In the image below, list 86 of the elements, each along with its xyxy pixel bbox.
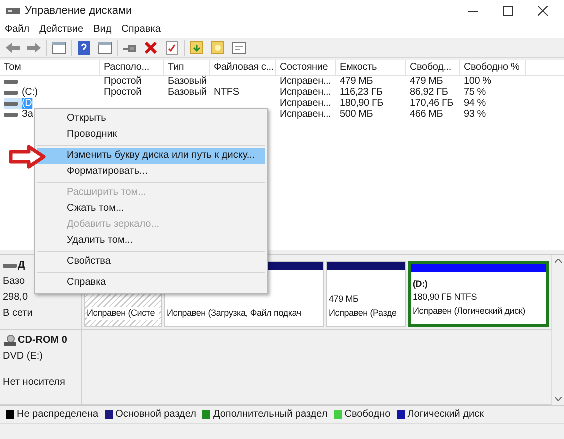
- table-cell: 116,23 ГБ: [340, 87, 383, 98]
- check-button[interactable]: [163, 38, 181, 56]
- scroll-down-icon: [554, 397, 562, 401]
- folder-button[interactable]: [188, 38, 206, 56]
- column-header[interactable]: Файловая с...: [210, 60, 276, 75]
- column-header[interactable]: Свобод...: [406, 60, 460, 75]
- table-cell: 170,46 ГБ: [410, 98, 454, 109]
- close-icon: [538, 6, 548, 16]
- disk-name: CD-ROM 0: [18, 334, 68, 348]
- legend-label: Основной раздел: [116, 408, 196, 422]
- table-cell: 75 %: [464, 87, 486, 98]
- disk-info: DVD (E:): [3, 350, 44, 364]
- forward-arrow-icon: [27, 42, 41, 52]
- folder-icon: [190, 40, 204, 54]
- menu-item[interactable]: Файл: [5, 23, 30, 37]
- window-icon: [98, 42, 112, 54]
- cd-drive-icon: [3, 334, 17, 346]
- window-icon: [52, 42, 66, 54]
- minimize-icon: [468, 10, 478, 12]
- legend-label: Свободно: [344, 408, 391, 422]
- column-header[interactable]: Емкость: [336, 60, 406, 75]
- pointer-arrow-drawing: [9, 145, 47, 169]
- context-menu-item[interactable]: Изменить букву диска или путь к диску...: [37, 148, 265, 164]
- partition-text: Исправен (Систе: [87, 306, 159, 320]
- table-cell: 180,90 ГБ: [340, 98, 384, 109]
- table-cell: (D: [22, 98, 32, 109]
- help-button[interactable]: [75, 38, 93, 56]
- table-cell: 100 %: [464, 76, 492, 87]
- context-menu-item[interactable]: Открыть: [37, 111, 265, 127]
- table-cell: 86,92 ГБ: [410, 87, 448, 98]
- window-title: Управление дисками: [25, 4, 132, 19]
- disk-info: Нет носителя: [3, 376, 66, 390]
- checked-document-icon: [166, 40, 178, 54]
- volume-cell[interactable]: (C:): [4, 87, 39, 98]
- context-menu-item[interactable]: Сжать том...: [37, 201, 265, 217]
- scrollbar[interactable]: [551, 255, 564, 405]
- table-cell: За: [22, 109, 34, 120]
- disk-info: 298,0: [3, 291, 30, 305]
- window-icon: [232, 42, 246, 54]
- context-menu-item[interactable]: Справка: [37, 275, 265, 291]
- column-header[interactable]: Тип: [164, 60, 210, 75]
- column-header[interactable]: Том: [0, 60, 100, 75]
- maximize-icon: [503, 6, 513, 16]
- table-cell: 479 МБ: [340, 76, 374, 87]
- menu-item[interactable]: Справка: [122, 23, 161, 37]
- column-header[interactable]: Состояние: [276, 60, 336, 75]
- context-menu-item[interactable]: Проводник: [37, 127, 265, 143]
- table-cell: Исправен...: [280, 87, 332, 98]
- folder-icon: [211, 40, 225, 54]
- column-header[interactable]: Располо...: [100, 60, 164, 75]
- scroll-up-icon: [554, 259, 562, 263]
- table-cell: 94 %: [464, 98, 486, 109]
- menu-item[interactable]: Действие: [40, 23, 84, 37]
- partition-title: (D:): [413, 278, 429, 291]
- table-cell: 466 МБ: [410, 109, 444, 120]
- context-menu-item[interactable]: Удалить том...: [37, 233, 265, 249]
- legend-label: Логический диск: [408, 408, 484, 422]
- table-cell: 93 %: [464, 109, 486, 120]
- table-cell: (C:): [22, 87, 38, 98]
- disk-management-icon: [6, 6, 20, 16]
- column-header[interactable]: Свободно %: [460, 60, 526, 75]
- table-cell: Простой: [104, 76, 142, 87]
- help-book-icon: [78, 40, 90, 54]
- partition-block[interactable]: 479 МБ Исправен (Разде: [326, 261, 406, 327]
- close-x-icon: [145, 42, 157, 54]
- menu-item[interactable]: Вид: [94, 23, 112, 37]
- table-cell: Исправен...: [280, 76, 332, 87]
- disk-name: Д: [18, 259, 26, 273]
- context-menu-item[interactable]: Свойства: [37, 254, 265, 270]
- disk-info: В сети: [3, 307, 34, 321]
- table-cell: Базовый: [168, 87, 207, 98]
- partition-block[interactable]: (D:) 180,90 ГБ NTFS Исправен (Логический диск): [408, 261, 549, 327]
- plug-icon: [123, 44, 137, 52]
- disk-label-panel[interactable]: CD-ROM 0 DVD (E:) Нет носителя: [0, 330, 82, 404]
- table-cell: Базовый: [168, 76, 207, 87]
- back-arrow-icon: [6, 42, 20, 52]
- legend-label: Дополнительный раздел: [213, 408, 328, 422]
- volume-cell[interactable]: За: [4, 109, 34, 120]
- context-menu-item[interactable]: Форматировать...: [37, 164, 265, 180]
- legend-label: Не распределена: [17, 408, 99, 422]
- table-cell: Исправен...: [280, 109, 332, 120]
- table-cell: Простой: [104, 87, 142, 98]
- table-cell: 500 МБ: [340, 109, 374, 120]
- table-cell: 479 МБ: [410, 76, 444, 87]
- table-cell: Исправен...: [280, 98, 332, 109]
- table-cell: NTFS: [214, 87, 240, 98]
